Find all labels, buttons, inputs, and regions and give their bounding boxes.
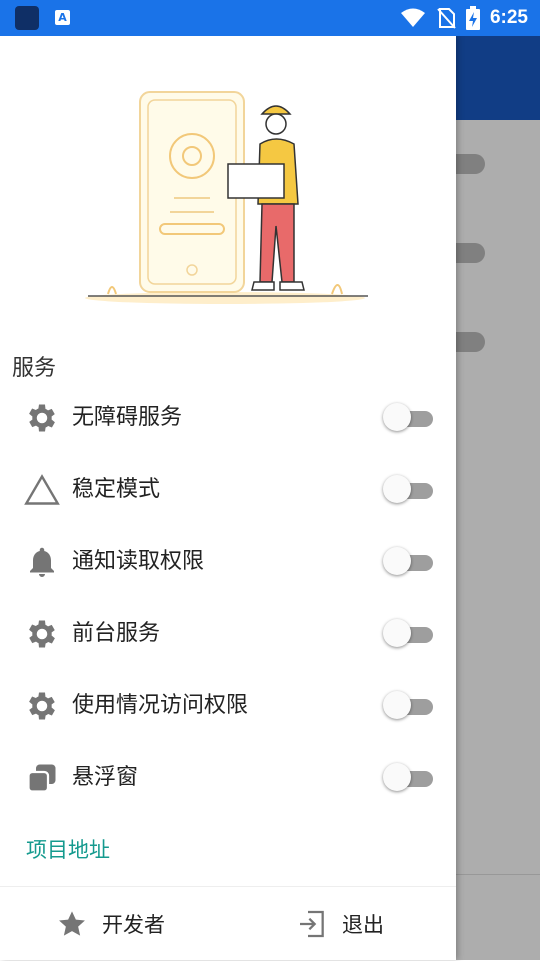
battery-charging-icon — [465, 6, 480, 30]
usage-access-switch[interactable] — [383, 691, 435, 719]
app-icon — [15, 6, 39, 30]
menu-item-label: 无障碍服务 — [72, 405, 183, 430]
menu-item-floating-window[interactable]: 悬浮窗 — [0, 742, 456, 814]
navigation-drawer: 服务 无障碍服务 稳定模式 通知读取权限 前台服务 使用情况访问权限 悬浮窗 项… — [0, 36, 456, 960]
menu-item-accessibility-service[interactable]: 无障碍服务 — [0, 382, 456, 454]
drawer-footer: 开发者 退出 — [0, 886, 456, 961]
menu-item-stable-mode[interactable]: 稳定模式 — [0, 454, 456, 526]
exit-label: 退出 — [342, 913, 384, 937]
menu-item-usage-access[interactable]: 使用情况访问权限 — [0, 670, 456, 742]
developer-label: 开发者 — [102, 913, 165, 937]
foreground-service-switch[interactable] — [383, 619, 435, 647]
gear-icon — [29, 404, 55, 432]
section-title: 服务 — [12, 356, 57, 381]
bell-icon — [30, 547, 54, 577]
overlay-windows-icon — [27, 764, 56, 793]
star-icon — [59, 911, 85, 936]
clock: 6:25 — [489, 7, 528, 28]
exit-icon — [300, 910, 324, 938]
gear-icon — [29, 620, 55, 648]
stable-mode-switch[interactable] — [383, 475, 435, 503]
menu-item-label: 使用情况访问权限 — [72, 693, 249, 718]
status-bar: A 6:25 — [0, 0, 540, 36]
accessibility-service-switch[interactable] — [383, 403, 435, 431]
triangle-icon — [24, 474, 60, 505]
menu-item-label: 稳定模式 — [72, 477, 161, 502]
developer-button[interactable]: 开发者 — [56, 887, 165, 961]
no-sim-icon — [437, 8, 456, 29]
gear-icon — [29, 692, 55, 720]
menu-item-notification-access[interactable]: 通知读取权限 — [0, 526, 456, 598]
wifi-icon — [400, 8, 425, 27]
menu-item-label: 悬浮窗 — [72, 765, 139, 790]
floating-window-switch[interactable] — [383, 763, 435, 791]
menu-item-foreground-service[interactable]: 前台服务 — [0, 598, 456, 670]
menu-item-label: 通知读取权限 — [72, 549, 205, 574]
exit-button[interactable]: 退出 — [296, 887, 384, 961]
notification-access-switch[interactable] — [383, 547, 435, 575]
menu-item-label: 前台服务 — [72, 621, 161, 646]
header-illustration — [85, 91, 368, 304]
notification-icon: A — [55, 10, 70, 25]
project-address-link[interactable]: 项目地址 — [26, 834, 110, 864]
